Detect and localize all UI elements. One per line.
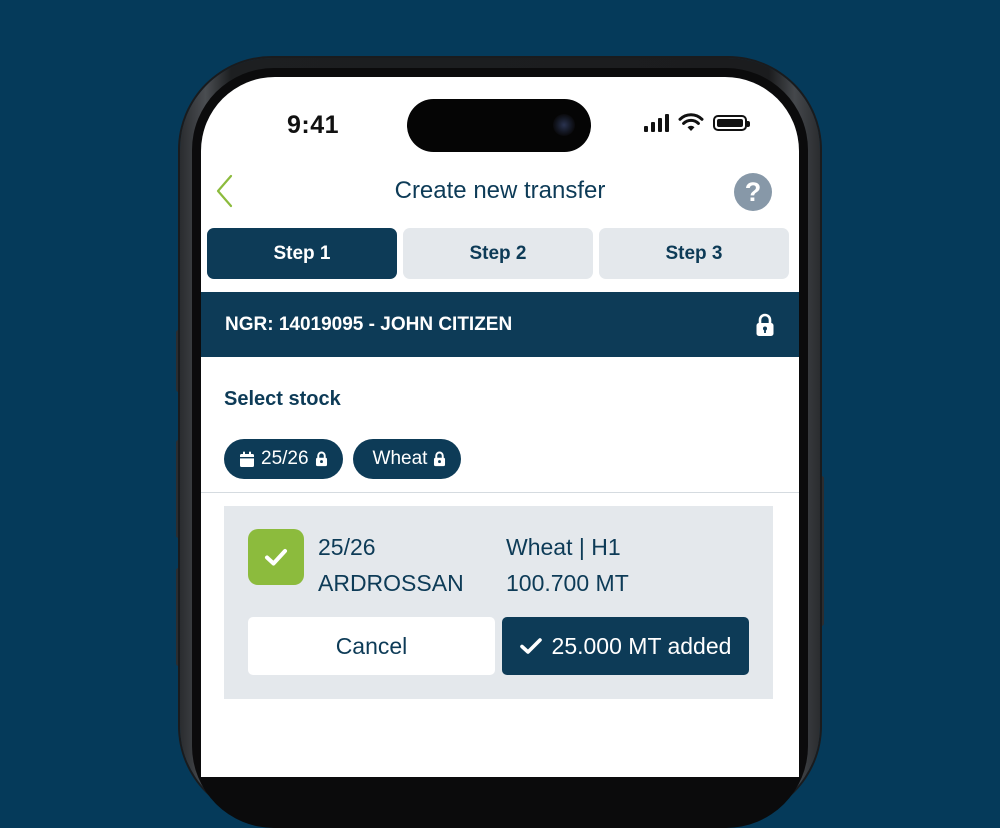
status-icons (644, 113, 750, 133)
checkmark-icon (519, 638, 542, 654)
tab-step-1[interactable]: Step 1 (207, 228, 397, 279)
stock-checkbox[interactable] (248, 529, 304, 585)
phone-screen: 9:41 Create new transfer ? Step 1 Step 2… (201, 77, 799, 777)
battery-icon (713, 115, 750, 131)
commodity-chip[interactable]: Wheat (352, 439, 462, 479)
cellular-signal-icon (644, 114, 669, 132)
cancel-button[interactable]: Cancel (248, 617, 495, 675)
page-title: Create new transfer (394, 177, 606, 204)
stock-season: 25/26 (318, 534, 376, 560)
stock-item-card: 25/26 ARDROSSAN Wheat | H1 100.700 MT Ca… (224, 506, 773, 699)
ngr-banner: NGR: 14019095 - JOHN CITIZEN (201, 292, 799, 357)
divider (201, 492, 799, 493)
step-tabs: Step 1 Step 2 Step 3 (207, 228, 789, 279)
status-time: 9:41 (287, 111, 340, 139)
lock-icon (756, 313, 774, 336)
season-chip-label: 25/26 (261, 448, 309, 469)
checkmark-icon (265, 549, 287, 566)
added-quantity-label: 25.000 MT added (551, 632, 732, 659)
lock-icon (434, 451, 446, 467)
tab-step-3[interactable]: Step 3 (599, 228, 789, 279)
filter-chips: 25/26 Wheat (224, 439, 462, 479)
tab-step-2[interactable]: Step 2 (403, 228, 593, 279)
stock-grade: Wheat | H1 (506, 534, 621, 560)
dynamic-island (407, 99, 591, 152)
lock-icon (315, 451, 327, 467)
stock-site: ARDROSSAN (318, 570, 464, 596)
stock-quantity: 100.700 MT (506, 570, 629, 596)
commodity-chip-label: Wheat (372, 448, 428, 469)
help-button[interactable]: ? (734, 173, 772, 211)
front-camera (553, 114, 575, 136)
wifi-icon (678, 113, 704, 131)
calendar-icon (240, 451, 254, 467)
ngr-label: NGR: 14019095 - JOHN CITIZEN (225, 313, 513, 335)
section-title: Select stock (224, 388, 341, 410)
added-quantity-button[interactable]: 25.000 MT added (502, 617, 749, 675)
season-chip[interactable]: 25/26 (224, 439, 343, 479)
